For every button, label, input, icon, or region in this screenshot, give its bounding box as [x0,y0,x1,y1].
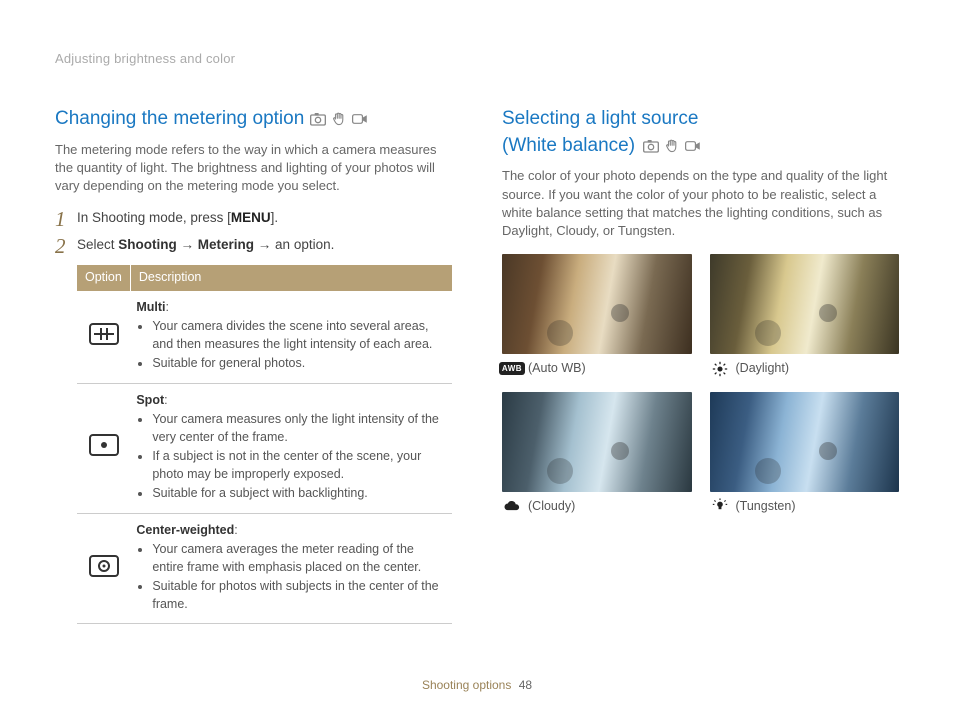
wb-examples-grid: AWB (Auto WB) (Daylight) [502,254,899,515]
camera-icon [310,112,326,126]
metering-options-table: Option Description Multi: Your camera di… [77,265,452,624]
step-2: Select Shooting → Metering → an option. [55,236,452,255]
spot-metering-icon [89,434,119,456]
footer-section: Shooting options [422,678,511,692]
row-bullet: Suitable for photos with subjects in the… [152,578,446,613]
wb-intro: The color of your photo depends on the t… [502,167,899,240]
metering-intro: The metering mode refers to the way in w… [55,141,452,196]
wb-thumb-auto [502,254,692,354]
row-bullet: Your camera divides the scene into sever… [152,318,446,353]
step2-shooting: Shooting [118,237,176,252]
heading-wb-line2: (White balance) [502,133,635,160]
wb-label-daylight: (Daylight) [736,360,790,378]
page-footer: Shooting options 48 [0,677,954,694]
step2-arrow1: → [177,237,198,252]
row-bullet: If a subject is not in the center of the… [152,448,446,483]
wb-item-cloudy: (Cloudy) [502,392,692,516]
camera-icon [643,139,659,153]
row-name: Center-weighted [136,523,234,537]
video-icon [352,112,368,126]
heading-metering: Changing the metering option [55,106,452,133]
table-row: Multi: Your camera divides the scene int… [77,291,452,384]
row-name: Spot [136,393,164,407]
wb-item-auto: AWB (Auto WB) [502,254,692,378]
wb-thumb-cloudy [502,392,692,492]
footer-page-number: 48 [519,678,532,692]
mode-icons-group [643,139,701,153]
hand-icon [331,112,347,126]
heading-whitebalance: Selecting a light source (White balance) [502,106,899,159]
wb-thumb-tungsten [710,392,900,492]
row-bullet: Your camera measures only the light inte… [152,411,446,446]
menu-key: MENU [231,210,271,225]
heading-wb-line1: Selecting a light source [502,108,698,129]
left-column: Changing the metering option The meterin… [55,106,452,624]
step-1: In Shooting mode, press [MENU]. [55,209,452,228]
wb-label-auto: (Auto WB) [528,360,586,378]
sun-icon [710,362,730,376]
wb-item-tungsten: (Tungsten) [710,392,900,516]
table-row: Center-weighted: Your camera averages th… [77,513,452,624]
bulb-icon [710,499,730,513]
step1-pre: In Shooting mode, press [ [77,210,231,225]
wb-label-tungsten: (Tungsten) [736,498,796,516]
breadcrumb: Adjusting brightness and color [55,50,899,68]
wb-label-cloudy: (Cloudy) [528,498,575,516]
th-description: Description [130,265,452,291]
awb-badge-text: AWB [499,362,525,375]
cloud-icon [502,499,522,513]
step2-pre: Select [77,237,118,252]
right-column: Selecting a light source (White balance)… [502,106,899,624]
step1-post: ]. [271,210,279,225]
step2-metering: Metering [198,237,254,252]
heading-metering-text: Changing the metering option [55,106,304,133]
th-option: Option [77,265,130,291]
steps-list: In Shooting mode, press [MENU]. Select S… [55,209,452,255]
step2-rest: → an option. [254,237,334,252]
row-name: Multi [136,300,165,314]
awb-icon: AWB [502,362,522,376]
video-icon [685,139,701,153]
row-bullet: Suitable for a subject with backlighting… [152,485,446,503]
multi-metering-icon [89,323,119,345]
row-bullet: Your camera averages the meter reading o… [152,541,446,576]
row-bullet: Suitable for general photos. [152,355,446,373]
wb-item-daylight: (Daylight) [710,254,900,378]
table-row: Spot: Your camera measures only the ligh… [77,383,452,513]
wb-thumb-daylight [710,254,900,354]
hand-icon [664,139,680,153]
center-weighted-icon [89,555,119,577]
mode-icons-group [310,112,368,126]
